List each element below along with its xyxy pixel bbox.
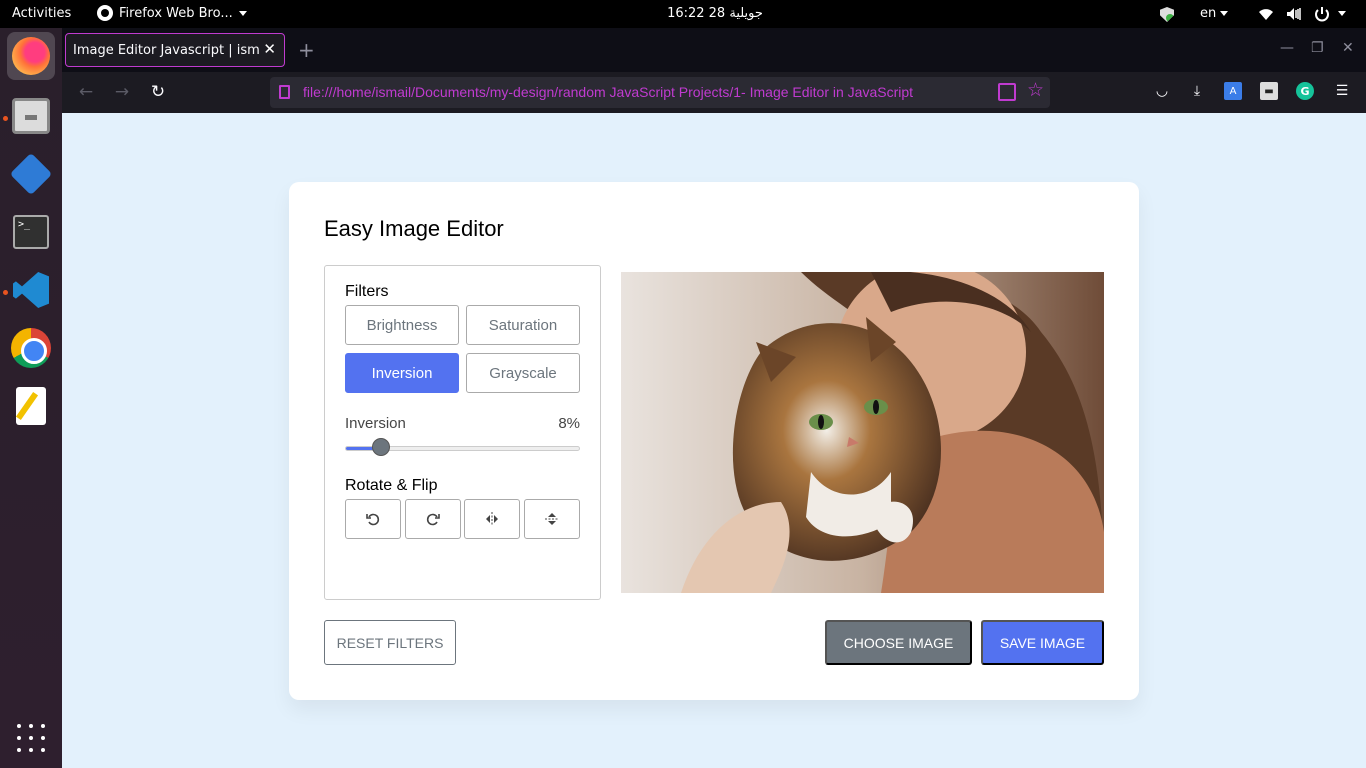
inversion-filter-button[interactable]: Inversion <box>345 353 459 393</box>
image-editor-card: Easy Image Editor Filters Brightness Sat… <box>289 182 1139 700</box>
url-bar[interactable]: file:///home/ismail/Documents/my-design/… <box>270 77 1050 108</box>
power-icon[interactable] <box>1314 6 1330 22</box>
dock-vscode[interactable] <box>7 266 55 314</box>
choose-image-button[interactable]: CHOOSE IMAGE <box>825 620 972 665</box>
dock-files[interactable] <box>7 92 55 140</box>
chrome-icon <box>11 328 51 368</box>
back-icon[interactable]: ← <box>75 81 97 103</box>
grammarly-icon[interactable]: G <box>1296 82 1314 100</box>
extension-icon[interactable]: ▬ <box>1260 82 1278 100</box>
forward-icon[interactable]: → <box>111 81 133 103</box>
menu-icon[interactable]: ☰ <box>1333 82 1351 100</box>
save-image-button[interactable]: SAVE IMAGE <box>981 620 1104 665</box>
chevron-down-icon[interactable] <box>1338 11 1346 16</box>
slider-thumb[interactable] <box>371 438 390 456</box>
preview-image <box>621 272 1104 593</box>
translate-extension-icon[interactable]: A <box>1224 82 1242 100</box>
keyboard-language[interactable]: en <box>1200 6 1229 21</box>
text-editor-icon <box>16 387 46 425</box>
translate-page-icon[interactable] <box>998 83 1016 101</box>
vscode-icon <box>13 272 49 308</box>
slider-value: 8% <box>558 415 580 432</box>
rotate-right-icon <box>426 513 440 526</box>
dock-text-editor[interactable] <box>7 382 55 430</box>
downloads-icon[interactable]: ⤓ <box>1188 82 1206 100</box>
reset-filters-button[interactable]: RESET FILTERS <box>324 620 456 665</box>
tab-image-editor[interactable]: Image Editor Javascript | ism ✕ <box>65 33 285 67</box>
filter-slider[interactable] <box>345 438 580 456</box>
rotate-left-button[interactable] <box>345 499 401 539</box>
restore-icon[interactable]: ❐ <box>1311 40 1324 56</box>
volume-icon[interactable] <box>1286 7 1302 21</box>
tab-bar: Image Editor Javascript | ism ✕ + — ❐ ✕ <box>62 28 1366 72</box>
slider-label: Inversion <box>345 415 406 432</box>
reload-icon[interactable]: ↻ <box>147 81 169 103</box>
minimize-icon[interactable]: — <box>1280 40 1294 56</box>
cat-photo <box>621 272 1104 593</box>
page-icon <box>279 85 290 99</box>
terminal-icon: >_ <box>13 215 49 249</box>
tab-title: Image Editor Javascript | ism <box>73 42 260 58</box>
close-window-icon[interactable]: ✕ <box>1342 40 1354 56</box>
dock-chrome[interactable] <box>7 324 55 372</box>
flip-vertical-icon <box>545 513 559 525</box>
dock-firefox[interactable] <box>7 32 55 80</box>
files-icon <box>12 98 50 134</box>
bookmark-star-icon[interactable]: ☆ <box>1027 79 1044 101</box>
wifi-icon[interactable] <box>1258 7 1274 21</box>
flip-vertical-button[interactable] <box>524 499 580 539</box>
pocket-icon[interactable]: ◡ <box>1153 82 1171 100</box>
rotate-right-button[interactable] <box>405 499 461 539</box>
page-title: Easy Image Editor <box>324 216 504 241</box>
dock-remmina[interactable] <box>7 150 55 198</box>
grayscale-filter-button[interactable]: Grayscale <box>466 353 580 393</box>
language-label: en <box>1200 6 1217 21</box>
show-applications-icon[interactable] <box>17 724 45 752</box>
rotate-flip-heading: Rotate & Flip <box>345 477 438 494</box>
slider-fill <box>346 447 374 450</box>
new-tab-icon[interactable]: + <box>298 38 315 62</box>
saturation-filter-button[interactable]: Saturation <box>466 305 580 345</box>
chevron-down-icon <box>1220 11 1229 16</box>
remmina-icon <box>9 152 53 196</box>
dock: >_ <box>0 28 62 768</box>
flip-horizontal-button[interactable] <box>464 499 520 539</box>
dock-terminal[interactable]: >_ <box>7 208 55 256</box>
system-top-bar: Activities Firefox Web Bro... 16:22 28 ج… <box>0 0 1366 28</box>
url-text[interactable]: file:///home/ismail/Documents/my-design/… <box>303 84 988 100</box>
close-tab-icon[interactable]: ✕ <box>263 40 276 58</box>
rotate-left-icon <box>366 513 380 526</box>
navigation-toolbar: ← → ↻ file:///home/ismail/Documents/my-d… <box>62 72 1366 113</box>
editor-panel: Filters Brightness Saturation Inversion … <box>324 265 601 600</box>
firefox-icon <box>12 37 50 75</box>
flip-horizontal-icon <box>486 512 498 526</box>
filters-heading: Filters <box>345 283 389 300</box>
brightness-filter-button[interactable]: Brightness <box>345 305 459 345</box>
